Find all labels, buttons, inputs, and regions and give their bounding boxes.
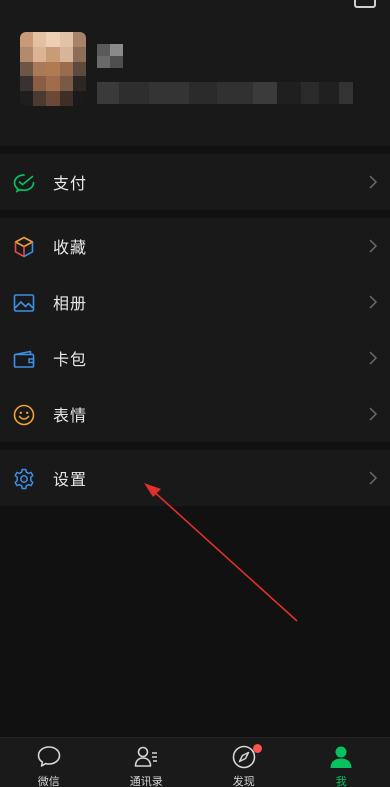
services-group: 收藏 相册 卡包 表情 <box>0 218 390 442</box>
menu-item-pay[interactable]: 支付 <box>0 154 390 210</box>
smiley-icon <box>13 404 35 426</box>
tab-label: 通讯录 <box>129 775 163 787</box>
menu-item-label: 收藏 <box>53 238 88 257</box>
menu-item-label: 卡包 <box>53 350 88 369</box>
tab-label: 我 <box>335 775 347 787</box>
notification-dot <box>252 744 262 753</box>
person-icon <box>330 746 352 768</box>
tab-me[interactable]: 我 <box>293 738 390 787</box>
camera-icon[interactable] <box>354 0 376 8</box>
menu-item-label: 支付 <box>53 174 88 193</box>
tab-contacts[interactable]: 通讯录 <box>98 738 196 787</box>
chevron-right-icon <box>369 295 378 309</box>
tab-discover[interactable]: 发现 <box>195 738 293 787</box>
chevron-right-icon <box>369 351 378 365</box>
wechat-id-redacted <box>97 82 353 104</box>
wallet-icon <box>13 350 35 368</box>
settings-group: 设置 <box>0 450 390 506</box>
gear-icon <box>14 468 34 490</box>
chevron-right-icon <box>369 175 378 189</box>
menu-item-stickers[interactable]: 表情 <box>0 386 390 442</box>
menu-item-favorites[interactable]: 收藏 <box>0 218 390 274</box>
picture-icon <box>13 294 35 312</box>
me-page: 支付 收藏 相册 卡包 表情 设置 微信 通讯录 发现 我 <box>0 0 390 787</box>
chevron-right-icon <box>369 239 378 253</box>
contacts-icon <box>134 746 158 767</box>
tab-label: 发现 <box>232 775 255 787</box>
chevron-right-icon <box>369 471 378 485</box>
pay-group: 支付 <box>0 154 390 210</box>
menu-item-cards[interactable]: 卡包 <box>0 330 390 386</box>
menu-item-settings[interactable]: 设置 <box>0 450 390 506</box>
menu-item-album[interactable]: 相册 <box>0 274 390 330</box>
chevron-right-icon <box>369 407 378 421</box>
menu-item-label: 相册 <box>53 294 88 313</box>
wechat-pay-icon <box>13 174 35 193</box>
tab-chats[interactable]: 微信 <box>0 738 98 787</box>
bottom-tab-bar: 微信 通讯录 发现 我 <box>0 737 390 787</box>
chat-bubble-icon <box>37 746 61 767</box>
menu-item-label: 设置 <box>53 470 88 489</box>
nickname-redacted <box>97 44 123 68</box>
avatar[interactable] <box>20 32 86 106</box>
cube-icon <box>14 236 34 258</box>
tab-label: 微信 <box>37 775 60 787</box>
menu-item-label: 表情 <box>53 406 88 425</box>
profile-header[interactable] <box>0 0 390 146</box>
